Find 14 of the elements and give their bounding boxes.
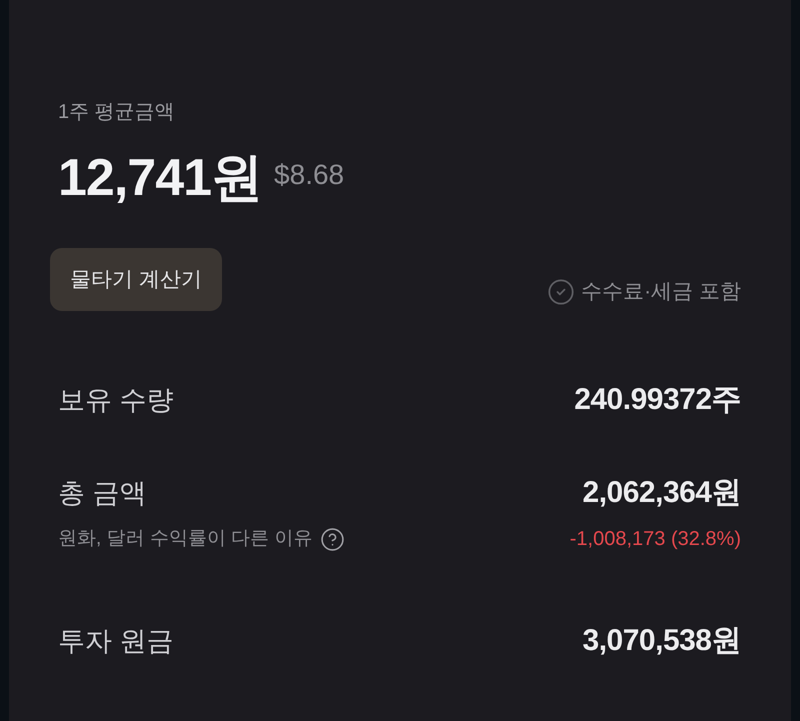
detail-value: 3,070,538원 — [582, 623, 741, 659]
average-price-label: 1주 평균금액 — [58, 100, 175, 125]
detail-value: 2,062,364원 — [582, 475, 741, 511]
change-amount: -1,008,173 (32.8%) — [570, 527, 741, 552]
fee-toggle[interactable]: 수수료·세금 포함 — [547, 278, 741, 306]
info-link[interactable]: 원화, 달러 수익률이 다른 이유 — [58, 525, 346, 553]
average-price-usd: $8.68 — [274, 158, 344, 192]
detail-label: 투자 원금 — [58, 625, 174, 658]
detail-label: 보유 수량 — [58, 384, 174, 417]
detail-label: 총 금액 — [58, 477, 147, 510]
average-price: 12,741원 — [58, 148, 262, 209]
calculator-button[interactable]: 물타기 계산기 — [50, 248, 222, 311]
help-icon — [320, 526, 346, 552]
detail-value: 240.99372주 — [574, 382, 741, 418]
